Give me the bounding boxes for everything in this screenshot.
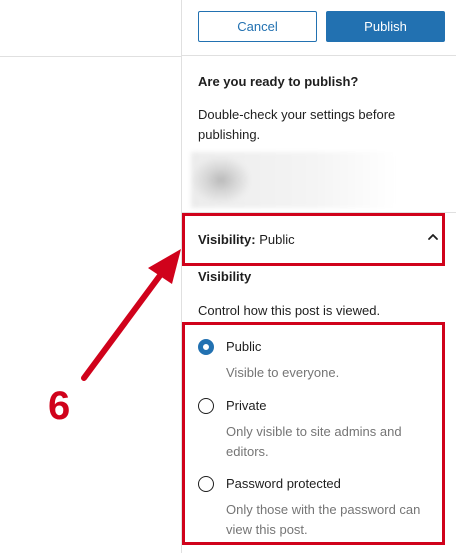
publish-panel-header: Cancel Publish — [182, 0, 456, 56]
publish-button[interactable]: Publish — [326, 11, 445, 42]
option-label[interactable]: Private — [226, 398, 266, 414]
visibility-heading: Visibility — [198, 269, 252, 284]
visibility-toggle[interactable]: Visibility: Public — [182, 213, 456, 265]
cancel-button[interactable]: Cancel — [198, 11, 317, 42]
visibility-toggle-value: Public — [259, 232, 295, 247]
visibility-toggle-label: Visibility: Public — [198, 232, 295, 247]
option-label[interactable]: Public — [226, 339, 261, 355]
visibility-description: Control how this post is viewed. — [198, 303, 381, 318]
visibility-toggle-key: Visibility: — [198, 232, 256, 247]
option-label[interactable]: Password protected — [226, 476, 341, 492]
option-help: Only visible to site admins and editors. — [226, 424, 402, 459]
divider — [0, 56, 181, 57]
chevron-up-icon[interactable] — [426, 230, 440, 244]
blurred-site-info — [191, 152, 396, 208]
publish-panel: Cancel Publish Are you ready to publish?… — [181, 0, 456, 553]
radio-password[interactable] — [198, 476, 214, 492]
prepublish-title: Are you ready to publish? — [198, 74, 359, 89]
editor-canvas — [0, 0, 181, 553]
radio-private[interactable] — [198, 398, 214, 414]
radio-public[interactable] — [198, 339, 214, 355]
option-help: Visible to everyone. — [226, 365, 340, 380]
option-help: Only those with the password can view th… — [226, 502, 421, 537]
prepublish-description: Double-check your settings before publis… — [198, 107, 396, 142]
